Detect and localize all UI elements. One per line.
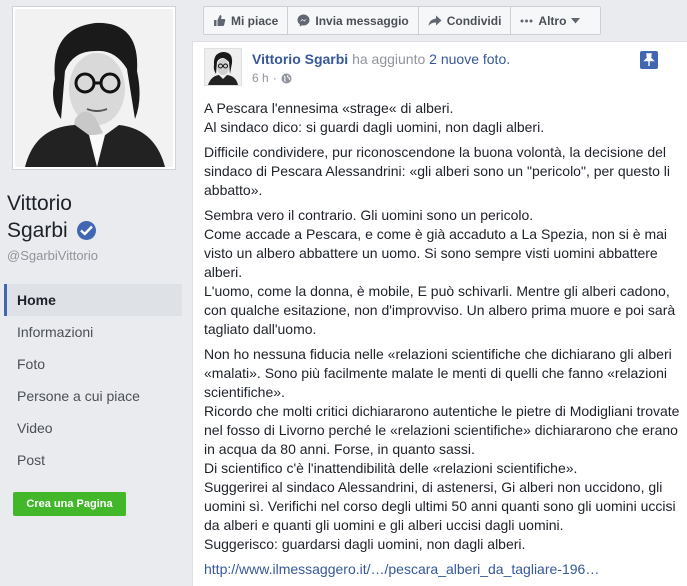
post-paragraph: Sembra vero il contrario. Gli uomini son… xyxy=(204,207,676,337)
nav-item-video[interactable]: Video xyxy=(4,412,182,444)
post-text: A Pescara l'ennesima «strage« di alberi.… xyxy=(204,99,682,585)
post-external-link[interactable]: http://www.ilmessaggero.it/…/pescara_alb… xyxy=(204,561,599,577)
meta-separator: · xyxy=(272,71,277,85)
post-paragraph: Difficile condividere, pur riconoscendon… xyxy=(204,144,670,198)
share-icon xyxy=(428,15,442,26)
profile-photo xyxy=(15,9,173,167)
send-message-label: Invia messaggio xyxy=(315,13,409,28)
messenger-icon xyxy=(297,14,310,27)
share-button[interactable]: Condividi xyxy=(419,7,512,34)
post-card: Vittorio Sgarbi ha aggiunto 2 nuove foto… xyxy=(192,41,687,586)
post-author-avatar[interactable] xyxy=(204,48,242,86)
pinned-post-icon[interactable] xyxy=(640,51,658,69)
left-column: Vittorio Sgarbi @SgarbiVittorio Home Inf… xyxy=(0,0,186,586)
nav-item-likes[interactable]: Persone a cui piace xyxy=(4,380,182,412)
post-timestamp[interactable]: 6 h xyxy=(252,71,269,85)
verified-badge-icon xyxy=(76,221,96,240)
avatar-photo xyxy=(205,49,241,85)
more-dots-icon xyxy=(520,19,533,22)
post-action-text: ha aggiunto xyxy=(352,51,426,67)
page-action-bar: Mi piace Invia messaggio Condividi Altro xyxy=(203,6,601,35)
page-handle[interactable]: @SgarbiVittorio xyxy=(7,248,98,263)
profile-picture[interactable] xyxy=(12,6,176,170)
post-author-name[interactable]: Vittorio Sgarbi xyxy=(252,51,348,67)
nav-item-home[interactable]: Home xyxy=(4,284,182,316)
thumbs-up-icon xyxy=(214,15,226,26)
share-label: Condividi xyxy=(446,13,502,28)
page-nav: Home Informazioni Foto Persone a cui pia… xyxy=(4,284,182,476)
nav-item-posts[interactable]: Post xyxy=(4,444,182,476)
page-name-first: Vittorio xyxy=(7,192,72,215)
post-paragraph: A Pescara l'ennesima «strage« di alberi.… xyxy=(204,100,545,135)
post-header: Vittorio Sgarbi ha aggiunto 2 nuove foto… xyxy=(252,51,510,67)
send-message-button[interactable]: Invia messaggio xyxy=(288,7,419,34)
create-page-button[interactable]: Crea una Pagina xyxy=(13,492,126,516)
more-label: Altro xyxy=(538,13,567,28)
post-meta: 6 h · xyxy=(252,71,292,85)
chevron-down-icon xyxy=(571,17,581,23)
post-photos-link[interactable]: 2 nuove foto. xyxy=(429,51,510,67)
post-paragraph: Non ho nessuna fiducia nelle «relazioni … xyxy=(204,346,680,552)
page-name[interactable]: Vittorio Sgarbi xyxy=(7,190,182,244)
nav-item-photos[interactable]: Foto xyxy=(4,348,182,380)
like-label: Mi piace xyxy=(231,13,279,28)
like-button[interactable]: Mi piace xyxy=(204,7,289,34)
nav-item-info[interactable]: Informazioni xyxy=(4,316,182,348)
page-name-last: Sgarbi xyxy=(7,219,68,242)
more-button[interactable]: Altro xyxy=(511,7,589,34)
globe-icon xyxy=(281,73,292,83)
